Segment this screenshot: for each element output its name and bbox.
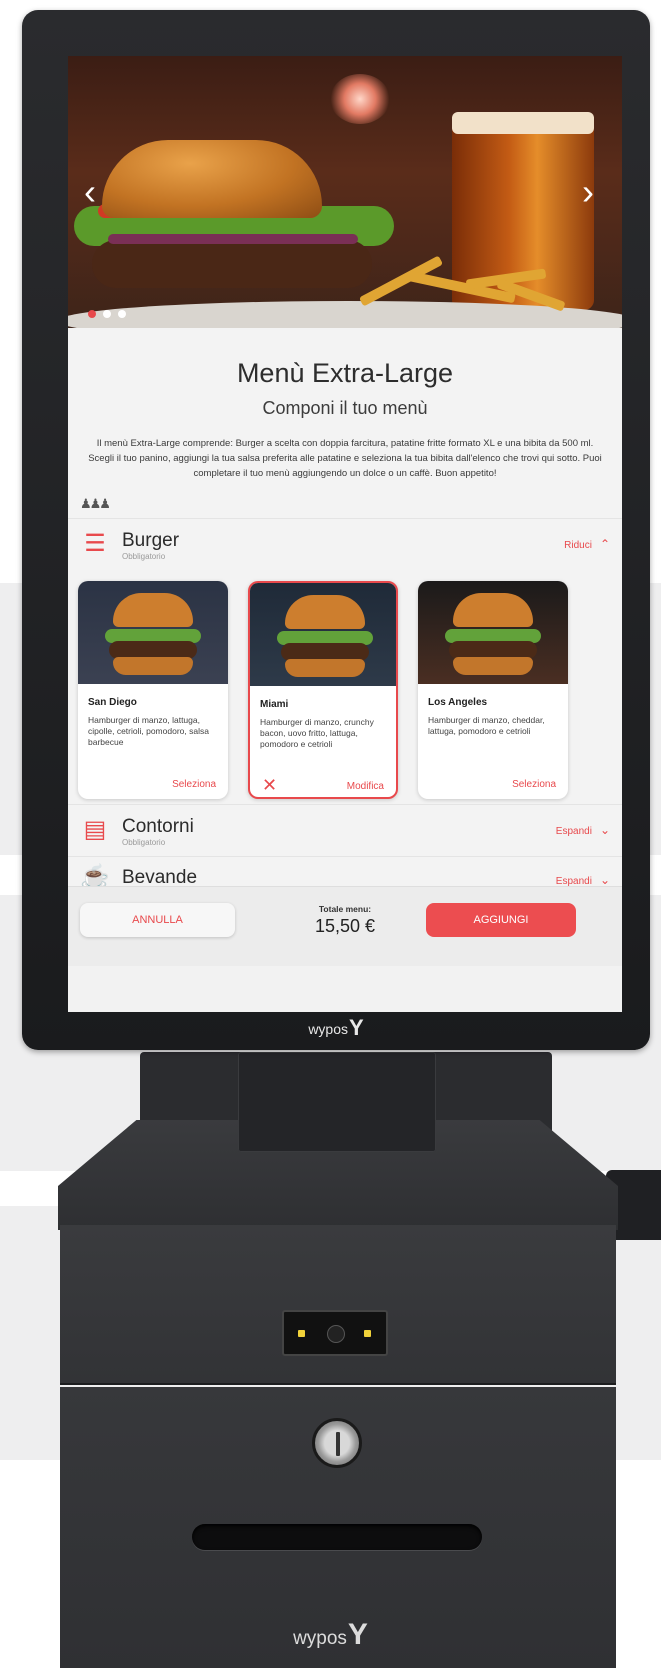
product-card[interactable]: Los Angeles Hamburger di manzo, cheddar,…: [418, 581, 568, 799]
stand-neck: [238, 1052, 436, 1152]
chevron-up-icon: ⌃: [599, 537, 610, 551]
section-name: Burger: [122, 530, 180, 551]
burger-bun: [102, 140, 322, 218]
bezel-logo-text: wypos: [308, 1021, 348, 1037]
chevron-down-icon: ⌄: [599, 873, 610, 887]
product-card[interactable]: San Diego Hamburger di manzo, lattuga, c…: [78, 581, 228, 799]
burger-icon: ☰: [84, 530, 106, 557]
product-image: [250, 583, 396, 686]
select-button[interactable]: Seleziona: [512, 779, 556, 790]
bun-bottom: [453, 657, 533, 675]
kiosk-photo: wyposY wyposY ‹ › Menù Extra-Large Compo…: [0, 0, 661, 1668]
people-icon: ♟♟♟: [80, 496, 111, 511]
carousel-dot[interactable]: [118, 310, 126, 318]
product-image: [78, 581, 228, 684]
expand-button[interactable]: Espandi ⌄: [556, 823, 610, 837]
expand-button[interactable]: Espandi ⌄: [556, 873, 610, 887]
section-action-label: Espandi: [555, 826, 592, 837]
bun-top: [285, 595, 365, 629]
bun-bottom: [113, 657, 193, 675]
section-name: Contorni: [122, 816, 194, 837]
fries-icon: ▤: [83, 816, 107, 843]
barcode-scanner: [282, 1310, 388, 1356]
lock-icon: [312, 1418, 362, 1468]
bezel-logo: wyposY: [22, 1015, 650, 1041]
bun-top: [453, 593, 533, 627]
order-footer: ANNULLA Totale menu: 15,50 € AGGIUNGI: [68, 886, 622, 966]
key-slot: [336, 1432, 340, 1456]
edit-button[interactable]: Modifica: [347, 781, 384, 792]
logo-mark-icon: Y: [347, 1618, 368, 1651]
burger-onion: [108, 234, 358, 244]
menu-title: Menù Extra-Large: [236, 358, 454, 388]
collapse-button[interactable]: Riduci ⌃: [564, 537, 610, 551]
product-description: Hamburger di manzo, cheddar, lattuga, po…: [428, 715, 545, 736]
add-button[interactable]: AGGIUNGI: [426, 903, 576, 937]
touch-screen: ‹ › Menù Extra-Large Componi il tuo menù…: [68, 56, 622, 1012]
section-action-label: Riduci: [564, 540, 592, 551]
cabinet-logo-text: wypos: [293, 1628, 347, 1649]
menu-subtitle: Componi il tuo menù: [262, 398, 428, 418]
product-name: Los Angeles: [428, 697, 488, 708]
logo-mark-icon: Y: [349, 1015, 364, 1040]
chevron-right-icon[interactable]: ›: [582, 174, 594, 210]
receipt-printer-slot: [192, 1524, 482, 1550]
carousel-dot[interactable]: [103, 310, 111, 318]
select-button[interactable]: Seleziona: [172, 779, 216, 790]
section-contorni[interactable]: ▤ Contorni Obbligatorio Espandi ⌄: [68, 804, 622, 856]
burger-image: [275, 595, 375, 679]
scanner-led: [298, 1330, 305, 1337]
cabinet-logo: wyposY: [0, 1618, 661, 1652]
cabinet-upper: [60, 1225, 616, 1385]
product-description: Hamburger di manzo, crunchy bacon, uovo …: [260, 717, 374, 749]
burger-patty: [92, 240, 372, 288]
burger-image: [103, 593, 203, 677]
beer-foam: [452, 112, 594, 134]
menu-description: Il menù Extra-Large comprende: Burger a …: [88, 438, 602, 479]
close-icon[interactable]: ✕: [262, 775, 277, 796]
section-required: Obbligatorio: [122, 552, 166, 561]
carousel-dot-active[interactable]: [88, 310, 96, 318]
product-image: [418, 581, 568, 684]
scanner-lens: [327, 1325, 345, 1343]
chevron-down-icon: ⌄: [599, 823, 610, 837]
fries: [346, 255, 576, 312]
scanner-led: [364, 1330, 371, 1337]
section-required: Obbligatorio: [122, 838, 166, 847]
chevron-left-icon[interactable]: ‹: [84, 174, 96, 210]
kiosk-monitor: wyposY ‹ › Menù Extra-Large Componi il t…: [22, 10, 650, 1050]
hero-lamp: [330, 74, 390, 124]
bun-top: [113, 593, 193, 627]
product-name: San Diego: [88, 697, 137, 708]
product-card-selected[interactable]: Miami Hamburger di manzo, crunchy bacon,…: [248, 581, 398, 799]
hero-carousel[interactable]: ‹ ›: [68, 56, 622, 346]
bun-bottom: [285, 659, 365, 677]
product-name: Miami: [260, 699, 289, 710]
carousel-dots: [88, 310, 126, 318]
product-description: Hamburger di manzo, lattuga, cipolle, ce…: [88, 715, 209, 747]
section-burger[interactable]: ☰ Burger Obbligatorio Riduci ⌃: [68, 518, 622, 570]
burger-image: [443, 593, 543, 677]
